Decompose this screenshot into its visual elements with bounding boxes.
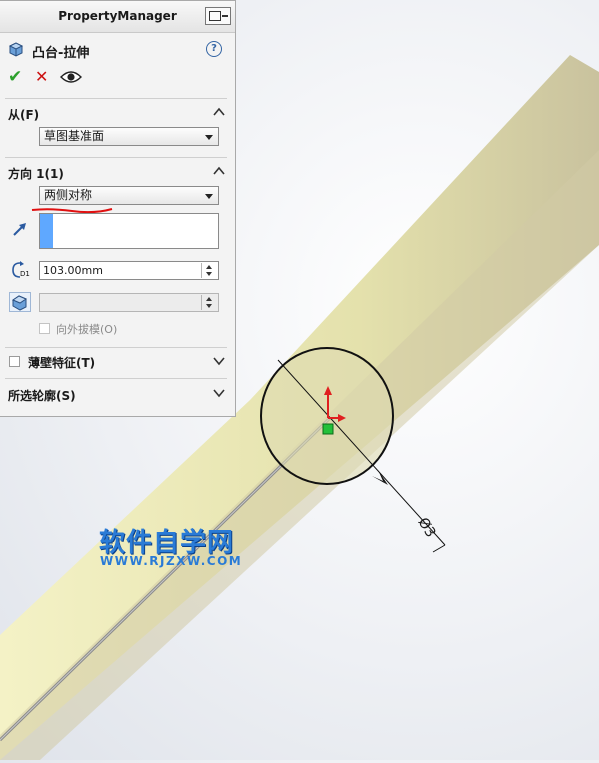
draft-toggle-button[interactable] [9, 292, 31, 312]
feature-title-row: 凸台-拉伸 ? [8, 41, 226, 61]
direction1-group-title[interactable]: 方向 1(1) [8, 165, 64, 182]
origin-point [322, 423, 334, 435]
pm-header: PropertyManager [0, 1, 235, 33]
from-select-value: 草图基准面 [44, 129, 105, 143]
selected-contours-title[interactable]: 所选轮廓(S) [8, 387, 76, 404]
dimension-arrow [378, 470, 388, 485]
preview-eye-icon[interactable] [60, 69, 82, 85]
draft-icon [11, 295, 28, 311]
dropdown-arrow-icon [205, 194, 213, 199]
separator [5, 157, 227, 158]
separator [5, 98, 227, 99]
draft-angle-input[interactable] [39, 293, 219, 312]
from-select[interactable]: 草图基准面 [39, 127, 219, 146]
feature-title: 凸台-拉伸 [32, 46, 90, 61]
property-manager: PropertyManager 凸台-拉伸 ? ✔ ✕ 从(F) 草图基准面 方… [0, 0, 236, 417]
from-group-title[interactable]: 从(F) [8, 106, 39, 123]
direction-selection-box[interactable] [39, 213, 219, 249]
draft-angle-spinner[interactable] [201, 295, 217, 310]
direction-arrow-icon[interactable] [10, 219, 30, 239]
dropdown-arrow-icon [205, 135, 213, 140]
separator [5, 347, 227, 348]
help-icon[interactable]: ? [206, 41, 222, 57]
thin-feature-checkbox[interactable] [9, 356, 20, 367]
watermark-url: WWW.RJZXW.COM [100, 554, 243, 568]
selection-highlight [40, 214, 53, 248]
depth-input[interactable]: 103.00mm [39, 261, 219, 280]
svg-text:D1: D1 [20, 270, 30, 278]
chevron-up-icon[interactable] [213, 107, 225, 117]
draft-outward-label: 向外拔模(O) [56, 323, 118, 336]
depth-value: 103.00mm [43, 264, 103, 277]
pin-icon[interactable] [205, 7, 231, 25]
chevron-up-icon[interactable] [213, 166, 225, 176]
end-condition-select[interactable]: 两侧对称 [39, 186, 219, 205]
end-condition-value: 两侧对称 [44, 188, 93, 202]
cancel-button[interactable]: ✕ [35, 68, 48, 86]
depth-spinner[interactable] [201, 263, 217, 278]
depth-dimension-icon: D1 [12, 261, 30, 278]
chevron-down-icon[interactable] [213, 388, 225, 398]
separator [5, 378, 227, 379]
ok-button[interactable]: ✔ [8, 68, 22, 86]
extrude-boss-icon [8, 42, 24, 57]
draft-outward-checkbox[interactable] [39, 323, 50, 334]
thin-feature-title[interactable]: 薄壁特征(T) [28, 354, 95, 371]
chevron-down-icon[interactable] [213, 356, 225, 366]
pm-header-title: PropertyManager [58, 9, 177, 23]
